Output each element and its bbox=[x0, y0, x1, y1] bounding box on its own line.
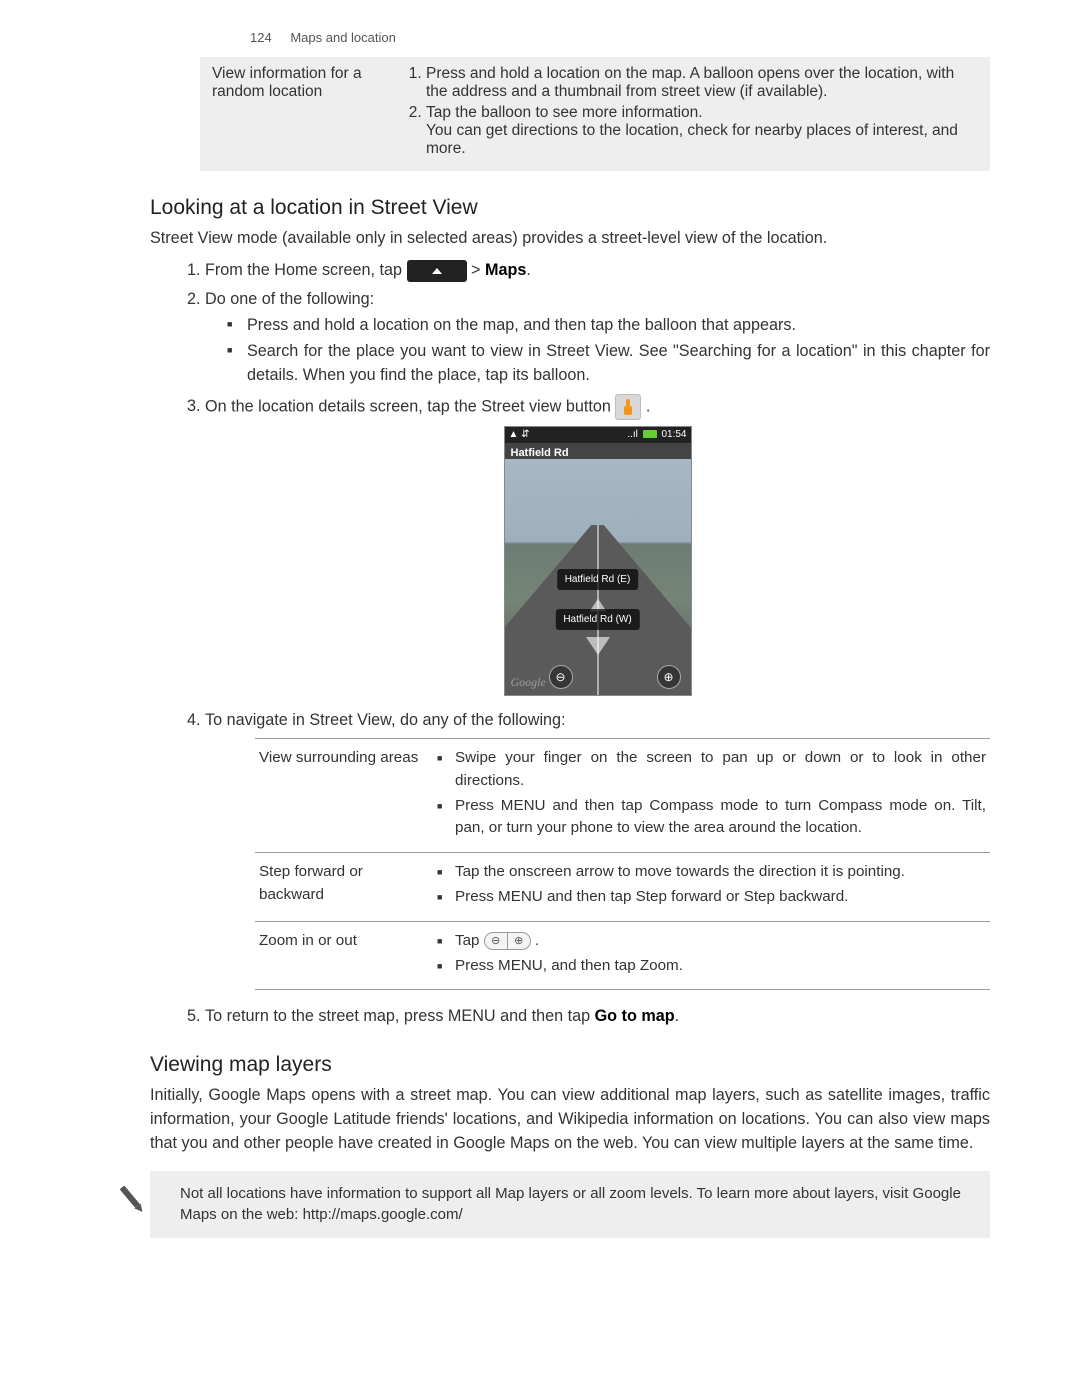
step-5: To return to the street map, press MENU … bbox=[205, 1004, 990, 1028]
nav-table: View surrounding areas Swipe your finger… bbox=[255, 738, 990, 990]
top-table-steps: Press and hold a location on the map. A … bbox=[394, 57, 990, 171]
heading-street-view: Looking at a location in Street View bbox=[150, 196, 990, 220]
step-1: From the Home screen, tap > Maps. bbox=[205, 258, 990, 282]
direction-arrow-down bbox=[586, 637, 610, 661]
layers-para: Initially, Google Maps opens with a stre… bbox=[150, 1083, 990, 1156]
nav-row-label: Zoom in or out bbox=[255, 921, 433, 990]
zoom-in-icon: ⊕ bbox=[508, 933, 530, 949]
list-item: Tap the onscreen arrow to move towards t… bbox=[437, 861, 986, 884]
list-item: Press and hold a location on the map, an… bbox=[227, 313, 990, 337]
list-item: Press and hold a location on the map. A … bbox=[426, 65, 978, 101]
road-label-east: Hatfield Rd (E) bbox=[557, 569, 639, 590]
intro-para: Street View mode (available only in sele… bbox=[150, 226, 990, 250]
google-watermark: Google bbox=[511, 673, 546, 691]
note-text: Not all locations have information to su… bbox=[180, 1185, 961, 1224]
steps-list: From the Home screen, tap > Maps. Do one… bbox=[150, 258, 990, 1028]
top-table-label: View information for a random location bbox=[200, 57, 394, 171]
zoom-out-icon: ⊖ bbox=[485, 933, 508, 949]
step-2: Do one of the following: Press and hold … bbox=[205, 287, 990, 388]
signal-icon: ..ıl bbox=[627, 429, 638, 440]
list-item: Press MENU, and then tap Zoom. bbox=[437, 955, 986, 978]
section-name: Maps and location bbox=[290, 30, 396, 45]
heading-layers: Viewing map layers bbox=[150, 1053, 990, 1077]
street-view-icon bbox=[615, 394, 641, 420]
zoom-in-button[interactable]: ⊕ bbox=[657, 665, 681, 689]
zoom-control-icon: ⊖⊕ bbox=[484, 932, 531, 950]
road-label-west: Hatfield Rd (W) bbox=[555, 609, 639, 630]
zoom-out-button[interactable]: ⊖ bbox=[549, 665, 573, 689]
note-box: Not all locations have information to su… bbox=[150, 1171, 990, 1239]
page: 124 Maps and location View information f… bbox=[0, 0, 1080, 1397]
status-bar: ▲ ⇵ ..ıl 01:54 bbox=[505, 427, 691, 443]
pen-icon bbox=[108, 1173, 159, 1224]
nav-row-label: View surrounding areas bbox=[255, 739, 433, 853]
step-4: To navigate in Street View, do any of th… bbox=[205, 708, 990, 991]
list-item: Swipe your finger on the screen to pan u… bbox=[437, 747, 986, 793]
list-item: Search for the place you want to view in… bbox=[227, 339, 990, 388]
page-number: 124 bbox=[250, 30, 272, 45]
list-item: Press MENU and then tap Step forward or … bbox=[437, 886, 986, 909]
street-view-screenshot: ▲ ⇵ ..ıl 01:54 Hatfield Rd Hatfield Rd (… bbox=[504, 426, 692, 696]
list-item: Tap the balloon to see more information.… bbox=[426, 104, 978, 158]
content: View information for a random location P… bbox=[150, 57, 990, 1238]
list-item: Press MENU and then tap Compass mode to … bbox=[437, 795, 986, 841]
home-up-icon bbox=[407, 260, 467, 282]
list-item: Tap ⊖⊕ . bbox=[437, 930, 986, 953]
top-table: View information for a random location P… bbox=[200, 57, 990, 171]
clock: 01:54 bbox=[661, 429, 686, 440]
street-view-photo: Hatfield Rd (E) Hatfield Rd (W) Google ⊖… bbox=[505, 459, 691, 695]
battery-icon bbox=[643, 430, 657, 438]
nav-row-label: Step forward or backward bbox=[255, 853, 433, 922]
running-header: 124 Maps and location bbox=[250, 30, 990, 45]
status-left: ▲ ⇵ bbox=[509, 427, 530, 443]
step-3: On the location details screen, tap the … bbox=[205, 394, 990, 696]
